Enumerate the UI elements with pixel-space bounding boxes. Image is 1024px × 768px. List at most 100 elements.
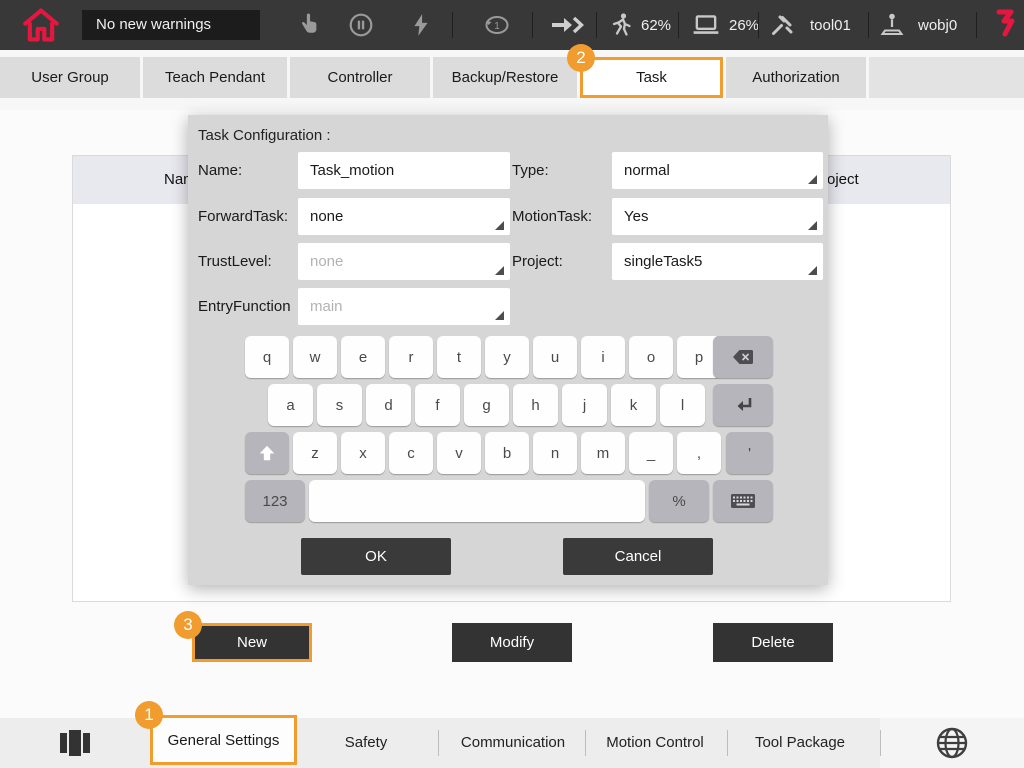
apostrophe-key[interactable]: ' <box>726 432 773 474</box>
project-select[interactable]: singleTask5 <box>612 243 823 280</box>
divider <box>727 730 728 756</box>
tool-status[interactable]: tool01 <box>770 0 851 50</box>
nav-tool-package[interactable]: Tool Package <box>730 718 870 768</box>
keyboard-key-s[interactable]: s <box>317 384 362 426</box>
keyboard-key-w[interactable]: w <box>293 336 337 378</box>
forwardtask-select[interactable]: none <box>298 198 510 235</box>
numeric-layout-key[interactable]: 123 <box>245 480 305 522</box>
keyboard-key-j[interactable]: j <box>562 384 607 426</box>
lightning-icon[interactable] <box>410 13 432 37</box>
percent-key[interactable]: % <box>649 480 709 522</box>
keyboard-key-r[interactable]: r <box>389 336 433 378</box>
step-forward-icon[interactable] <box>550 13 586 37</box>
ok-button[interactable]: OK <box>301 538 451 575</box>
tab-task[interactable]: Task <box>580 57 723 98</box>
keyboard-key-q[interactable]: q <box>245 336 289 378</box>
workobject-value: wobj0 <box>918 17 957 34</box>
tab-bar-filler <box>869 57 1024 98</box>
nav-general-settings[interactable]: General Settings <box>150 715 297 765</box>
space-key[interactable] <box>309 480 645 522</box>
keyboard-key-y[interactable]: y <box>485 336 529 378</box>
divider <box>758 12 759 38</box>
keyboard-key-m[interactable]: m <box>581 432 625 474</box>
keyboard-key-_[interactable]: _ <box>629 432 673 474</box>
hide-keyboard-key[interactable] <box>713 480 773 522</box>
keyboard-key-u[interactable]: u <box>533 336 577 378</box>
hand-pointer-icon[interactable] <box>296 12 322 38</box>
keyboard-key-k[interactable]: k <box>611 384 656 426</box>
keyboard-key-,[interactable]: , <box>677 432 721 474</box>
loop-once-icon[interactable]: 1 <box>482 13 512 37</box>
keyboard-key-d[interactable]: d <box>366 384 411 426</box>
chevron-down-icon <box>808 175 817 184</box>
chevron-down-icon <box>808 221 817 230</box>
forwardtask-value: none <box>310 208 343 225</box>
entryfunction-select[interactable]: main <box>298 288 510 325</box>
enter-key[interactable] <box>713 384 773 426</box>
pause-circle-icon[interactable] <box>348 12 374 38</box>
tab-user-group[interactable]: User Group <box>0 57 140 98</box>
shift-key[interactable] <box>245 432 289 474</box>
globe-icon[interactable] <box>935 726 969 760</box>
motiontask-select[interactable]: Yes <box>612 198 823 235</box>
nav-safety[interactable]: Safety <box>326 718 406 768</box>
keyboard-key-h[interactable]: h <box>513 384 558 426</box>
keyboard-key-n[interactable]: n <box>533 432 577 474</box>
columns-icon[interactable] <box>58 728 92 758</box>
keyboard-key-o[interactable]: o <box>629 336 673 378</box>
nav-communication[interactable]: Communication <box>440 718 586 768</box>
divider <box>452 12 453 38</box>
tools-icon <box>770 13 794 37</box>
tab-authorization[interactable]: Authorization <box>726 57 866 98</box>
motiontask-value: Yes <box>624 208 648 225</box>
keyboard-key-c[interactable]: c <box>389 432 433 474</box>
backspace-key[interactable] <box>713 336 773 378</box>
divider <box>880 730 881 756</box>
hide-keyboard-icon <box>730 493 756 510</box>
trustlevel-select[interactable]: none <box>298 243 510 280</box>
keyboard-key-a[interactable]: a <box>268 384 313 426</box>
type-value: normal <box>624 162 670 179</box>
forwardtask-label: ForwardTask: <box>198 198 288 235</box>
tab-controller[interactable]: Controller <box>290 57 430 98</box>
type-label: Type: <box>512 152 549 189</box>
keyboard-key-v[interactable]: v <box>437 432 481 474</box>
keyboard-key-b[interactable]: b <box>485 432 529 474</box>
delete-button[interactable]: Delete <box>713 623 833 662</box>
divider <box>678 12 679 38</box>
keyboard-key-e[interactable]: e <box>341 336 385 378</box>
brand-logo-icon <box>992 8 1018 42</box>
chevron-down-icon <box>808 266 817 275</box>
chevron-down-icon <box>495 266 504 275</box>
keyboard-key-i[interactable]: i <box>581 336 625 378</box>
workobject-status[interactable]: wobj0 <box>880 0 957 50</box>
shift-icon <box>257 443 277 463</box>
keyboard-row-3: zxcvbnm_, <box>293 432 721 474</box>
tab-teach-pendant[interactable]: Teach Pendant <box>143 57 287 98</box>
keyboard-row-1: qwertyuiop <box>245 336 721 378</box>
name-input[interactable]: Task_motion <box>298 152 510 189</box>
step-badge-2: 2 <box>567 44 595 72</box>
cancel-button[interactable]: Cancel <box>563 538 713 575</box>
tab-backup-restore[interactable]: Backup/Restore <box>433 57 577 98</box>
chevron-down-icon <box>495 311 504 320</box>
divider <box>596 12 597 38</box>
home-icon[interactable] <box>20 5 62 45</box>
system-status[interactable]: 26% <box>692 0 759 50</box>
new-button[interactable]: New <box>192 623 312 662</box>
modify-button[interactable]: Modify <box>452 623 572 662</box>
backspace-icon <box>731 347 755 367</box>
dialog-title: Task Configuration : <box>198 127 331 144</box>
type-select[interactable]: normal <box>612 152 823 189</box>
keyboard-key-l[interactable]: l <box>660 384 705 426</box>
keyboard-key-f[interactable]: f <box>415 384 460 426</box>
warning-message-box[interactable]: No new warnings <box>82 10 260 40</box>
keyboard-key-t[interactable]: t <box>437 336 481 378</box>
top-status-bar: No new warnings 1 62% 26% tool01 <box>0 0 1024 50</box>
nav-motion-control[interactable]: Motion Control <box>586 718 724 768</box>
speed-status[interactable]: 62% <box>610 0 671 50</box>
keyboard-key-g[interactable]: g <box>464 384 509 426</box>
keyboard-key-x[interactable]: x <box>341 432 385 474</box>
divider <box>868 12 869 38</box>
keyboard-key-z[interactable]: z <box>293 432 337 474</box>
